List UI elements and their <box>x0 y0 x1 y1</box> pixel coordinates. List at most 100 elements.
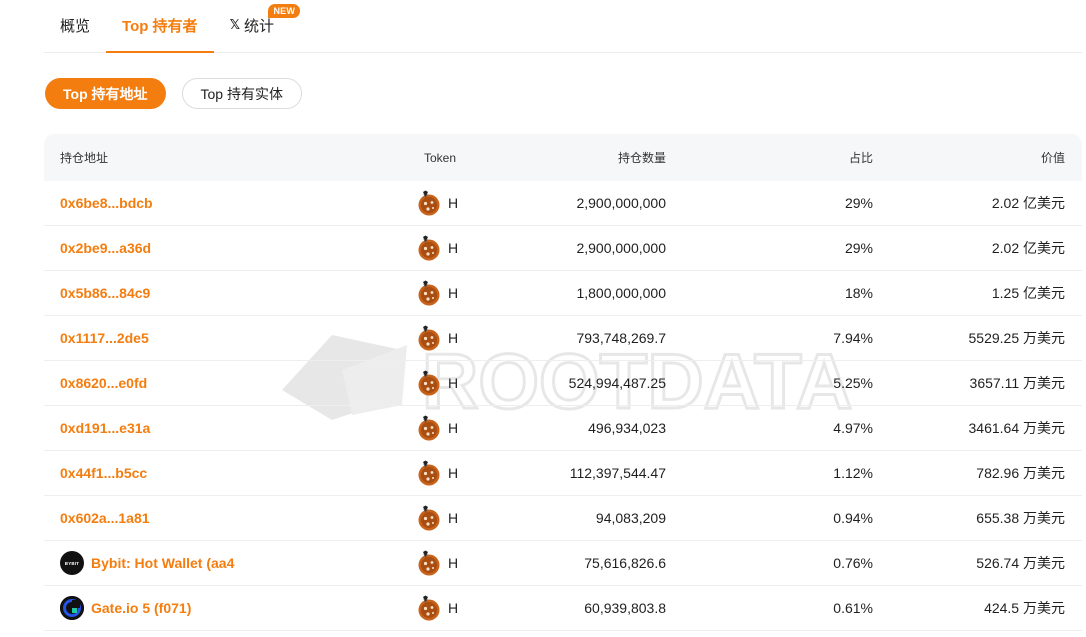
holder-address-link[interactable]: 0x602a...1a81 <box>60 510 150 526</box>
holder-address-link[interactable]: Gate.io 5 (f071) <box>91 600 191 616</box>
x-logo-icon: 𝕏 <box>229 18 241 33</box>
table-row[interactable]: 0x6be8...bdcb H 2,900,000,000 29% 2.02 亿美元 <box>44 181 1082 226</box>
quantity-cell: 496,934,023 <box>588 420 666 436</box>
gate-io-logo-icon <box>60 596 84 620</box>
holder-address-link[interactable]: 0x6be8...bdcb <box>60 195 153 211</box>
address-cell: 0x1117...2de5 <box>44 330 384 346</box>
holder-address-link[interactable]: 0xd191...e31a <box>60 420 150 436</box>
table-row[interactable]: 0xd191...e31a H 496,934,023 4.97% 3461.64 万美… <box>44 406 1082 451</box>
cookie-token-icon[interactable] <box>416 550 442 576</box>
cookie-token-icon[interactable] <box>416 280 442 306</box>
value-cell: 782.96 万美元 <box>976 465 1065 481</box>
token-cell: H <box>384 325 459 351</box>
table-row[interactable]: 0x1117...2de5 H 793,748,269.7 7.94% 5529.25 … <box>44 316 1082 361</box>
token-symbol: H <box>448 510 459 526</box>
table-row[interactable]: 0x2be9...a36d H 2,900,000,000 29% 2.02 亿美元 <box>44 226 1082 271</box>
header-value[interactable]: 价值 <box>1041 151 1065 165</box>
token-cell: H <box>384 235 459 261</box>
table-row[interactable]: Gate.io 5 (f071) H 60,939,803.8 0.61% 424.5 … <box>44 586 1082 631</box>
header-address[interactable]: 持仓地址 <box>60 149 108 166</box>
token-cell: H <box>384 370 459 396</box>
value-cell: 655.38 万美元 <box>976 510 1065 526</box>
quantity-cell: 524,994,487.25 <box>568 375 666 391</box>
tab-top-holders[interactable]: Top 持有者 <box>106 0 214 53</box>
share-cell: 29% <box>844 195 873 211</box>
top-entities-pill-label: Top 持有实体 <box>200 85 283 102</box>
value-cell: 2.02 亿美元 <box>991 195 1065 211</box>
cookie-token-icon[interactable] <box>416 415 442 441</box>
cookie-token-icon[interactable] <box>416 505 442 531</box>
token-symbol: H <box>448 375 459 391</box>
value-cell: 424.5 万美元 <box>984 600 1065 616</box>
tab-top-holders-label: Top 持有者 <box>122 18 198 35</box>
token-cell: H <box>384 280 459 306</box>
address-cell: 0x2be9...a36d <box>44 240 384 256</box>
token-symbol: H <box>448 420 459 436</box>
cookie-token-icon[interactable] <box>416 235 442 261</box>
token-symbol: H <box>448 600 459 616</box>
holder-address-link[interactable]: 0x2be9...a36d <box>60 240 151 256</box>
cookie-token-icon[interactable] <box>416 325 442 351</box>
table-row[interactable]: BYBIT Bybit: Hot Wallet (aa4 H 75,616,826.6… <box>44 541 1082 586</box>
table-row[interactable]: 0x602a...1a81 H 94,083,209 0.94% 655.38 万美元 <box>44 496 1082 541</box>
token-symbol: H <box>448 555 459 571</box>
token-symbol: H <box>448 195 459 211</box>
holders-table: 持仓地址 Token 持仓数量 占比 价值 0x6be8...bdcb H 2,90… <box>44 134 1082 631</box>
share-cell: 29% <box>844 240 873 256</box>
top-addresses-pill-label: Top 持有地址 <box>63 85 148 102</box>
cookie-token-icon[interactable] <box>416 190 442 216</box>
value-cell: 1.25 亿美元 <box>991 285 1065 301</box>
share-cell: 18% <box>844 285 873 301</box>
table-row[interactable]: 0x44f1...b5cc H 112,397,544.47 1.12% 782.96 … <box>44 451 1082 496</box>
token-cell: H <box>384 505 459 531</box>
token-cell: H <box>384 460 459 486</box>
address-cell: 0xd191...e31a <box>44 420 384 436</box>
quantity-cell: 793,748,269.7 <box>576 330 666 346</box>
token-cell: H <box>384 190 459 216</box>
token-symbol: H <box>448 330 459 346</box>
tab-overview[interactable]: 概览 <box>44 0 106 52</box>
holder-address-link[interactable]: 0x44f1...b5cc <box>60 465 147 481</box>
holder-address-link[interactable]: 0x1117...2de5 <box>60 330 149 346</box>
table-body: 0x6be8...bdcb H 2,900,000,000 29% 2.02 亿美元 0x… <box>44 181 1082 631</box>
token-symbol: H <box>448 285 459 301</box>
value-cell: 3461.64 万美元 <box>968 420 1066 436</box>
quantity-cell: 112,397,544.47 <box>569 465 666 481</box>
cookie-token-icon[interactable] <box>416 460 442 486</box>
value-cell: 5529.25 万美元 <box>968 330 1066 346</box>
token-cell: H <box>384 550 459 576</box>
holder-type-switch: Top 持有地址 Top 持有实体 <box>45 78 302 109</box>
cookie-token-icon[interactable] <box>416 595 442 621</box>
token-cell: H <box>384 415 459 441</box>
header-quantity[interactable]: 持仓数量 <box>618 151 666 165</box>
header-share[interactable]: 占比 <box>849 151 873 165</box>
cookie-token-icon[interactable] <box>416 370 442 396</box>
quantity-cell: 2,900,000,000 <box>576 240 666 256</box>
share-cell: 7.94% <box>833 330 873 346</box>
share-cell: 1.12% <box>833 465 873 481</box>
address-cell: 0x602a...1a81 <box>44 510 384 526</box>
holder-address-link[interactable]: Bybit: Hot Wallet (aa4 <box>91 555 234 571</box>
address-cell: 0x6be8...bdcb <box>44 195 384 211</box>
holder-address-link[interactable]: 0x8620...e0fd <box>60 375 147 391</box>
tab-x-stats[interactable]: 𝕏 统计 NEW <box>214 0 301 52</box>
share-cell: 5.25% <box>833 375 873 391</box>
new-badge: NEW <box>268 4 301 18</box>
page: 概览 Top 持有者 𝕏 统计 NEW Top 持有地址 Top 持有实体 RO… <box>0 0 1086 637</box>
share-cell: 0.94% <box>833 510 873 526</box>
holder-address-link[interactable]: 0x5b86...84c9 <box>60 285 150 301</box>
table-row[interactable]: 0x8620...e0fd H 524,994,487.25 5.25% 3657.11… <box>44 361 1082 406</box>
value-cell: 2.02 亿美元 <box>991 240 1065 256</box>
table-row[interactable]: 0x5b86...84c9 H 1,800,000,000 18% 1.25 亿美元 <box>44 271 1082 316</box>
tab-x-stats-label: 统计 <box>244 18 275 35</box>
address-cell: 0x8620...e0fd <box>44 375 384 391</box>
top-addresses-pill[interactable]: Top 持有地址 <box>45 78 166 109</box>
address-cell: BYBIT Bybit: Hot Wallet (aa4 <box>44 551 384 575</box>
share-cell: 4.97% <box>833 420 873 436</box>
address-cell: 0x5b86...84c9 <box>44 285 384 301</box>
quantity-cell: 2,900,000,000 <box>576 195 666 211</box>
value-cell: 526.74 万美元 <box>976 555 1065 571</box>
table-header: 持仓地址 Token 持仓数量 占比 价值 <box>44 134 1082 181</box>
header-token: Token <box>424 150 457 165</box>
top-entities-pill[interactable]: Top 持有实体 <box>181 78 302 109</box>
